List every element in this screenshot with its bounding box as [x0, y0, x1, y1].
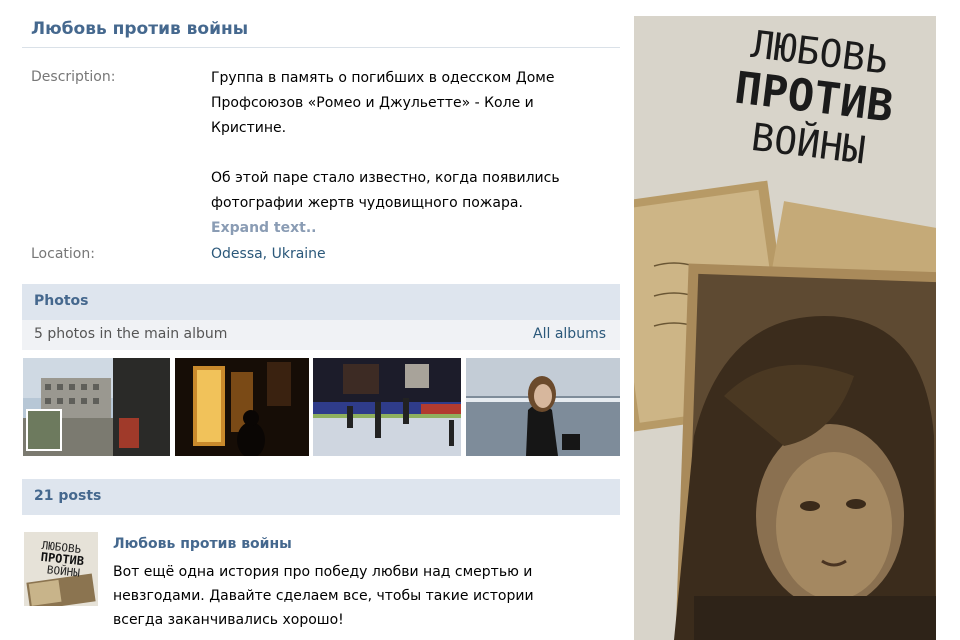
description-paragraph-1: Группа в память о погибших в одесском До…	[211, 70, 555, 136]
photos-header[interactable]: Photos	[34, 293, 89, 309]
post-avatar-image: ЛЮБОВЬ ПРОТИВ ВОЙНЫ	[24, 532, 98, 606]
cover-title: ЛЮБОВЬ ПРОТИВ ВОЙНЫ	[687, 16, 936, 180]
posts-header-bar[interactable]: 21 posts	[22, 479, 620, 515]
group-title: Любовь против войны	[31, 19, 249, 39]
photo-skating-rink-image	[313, 358, 461, 456]
posts-header[interactable]: 21 posts	[34, 488, 101, 504]
photo-girl-sea-image	[466, 358, 620, 456]
description-label: Description:	[31, 69, 116, 85]
expand-text-link[interactable]: Expand text..	[211, 220, 316, 236]
photo-thumbnail-1[interactable]	[23, 358, 170, 456]
photos-count: 5 photos in the main album	[34, 326, 228, 342]
location-label: Location:	[31, 246, 95, 262]
group-cover-image[interactable]: ЛЮБОВЬ ПРОТИВ ВОЙНЫ	[634, 16, 936, 640]
photos-header-bar[interactable]: Photos	[22, 284, 620, 320]
post-text: Вот ещё одна история про победу любви на…	[113, 564, 534, 628]
description-text: Группа в память о погибших в одесском До…	[211, 66, 591, 216]
photo-thumbnail-2[interactable]	[175, 358, 309, 456]
post-avatar[interactable]: ЛЮБОВЬ ПРОТИВ ВОЙНЫ	[24, 532, 98, 606]
description-paragraph-2: Об этой паре стало известно, когда появи…	[211, 170, 560, 211]
title-divider	[22, 47, 620, 48]
post-author-link[interactable]: Любовь против войны	[113, 536, 292, 552]
photo-building-image	[23, 358, 170, 456]
all-albums-link[interactable]: All albums	[533, 326, 606, 342]
location-link[interactable]: Odessa, Ukraine	[211, 246, 326, 262]
photos-subheader-bar: 5 photos in the main album All albums	[22, 320, 620, 350]
photo-thumbnail-4[interactable]	[466, 358, 620, 456]
photo-fire-night-image	[175, 358, 309, 456]
photo-thumbnail-3[interactable]	[313, 358, 461, 456]
